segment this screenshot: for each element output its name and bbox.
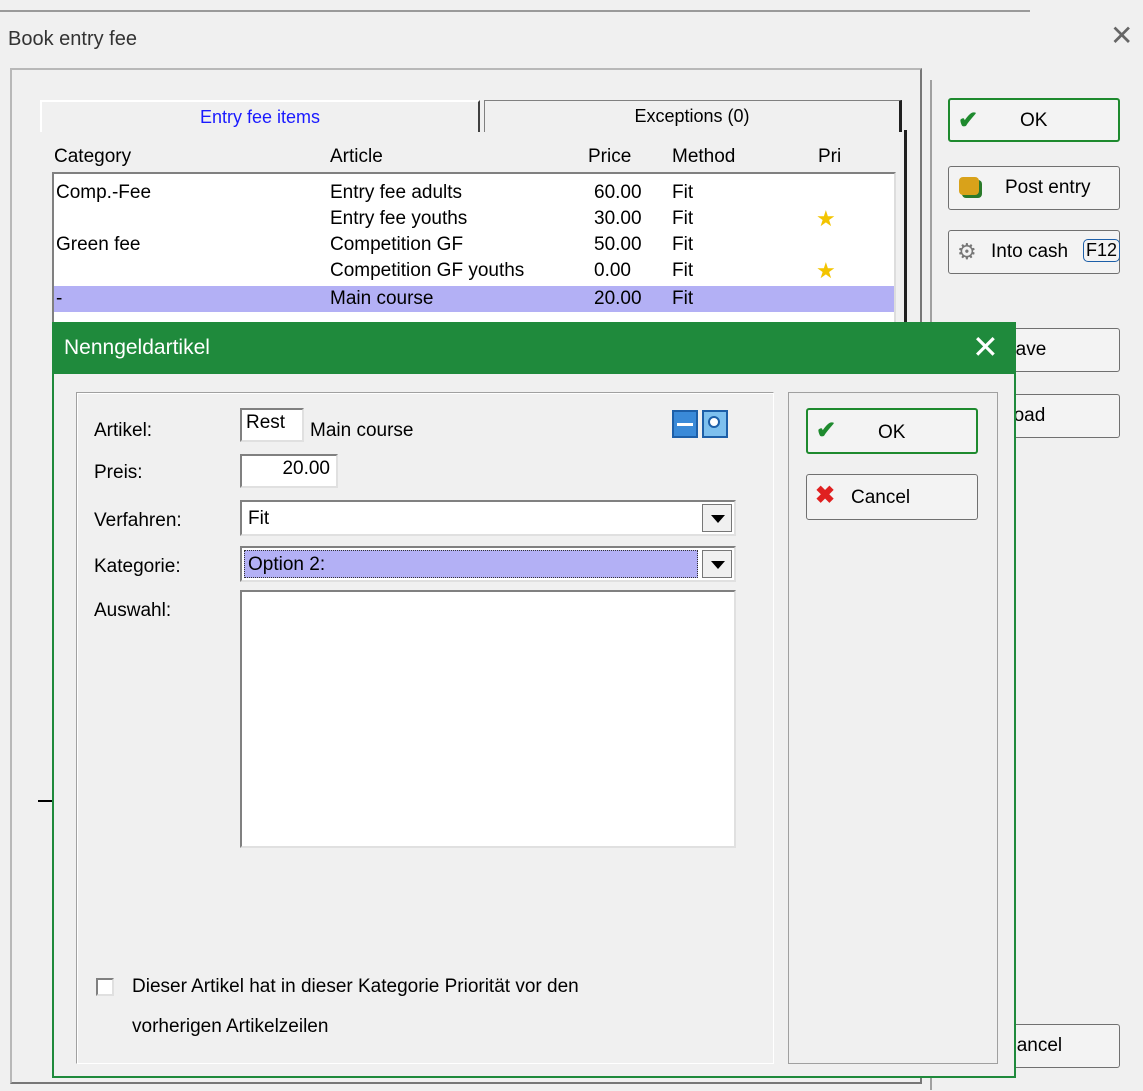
header-method[interactable]: Method bbox=[672, 146, 735, 168]
cell-category: Comp.-Fee bbox=[56, 182, 152, 203]
header-price[interactable]: Price bbox=[588, 146, 631, 168]
header-pri[interactable]: Pri bbox=[818, 146, 841, 168]
chevron-down-icon[interactable] bbox=[702, 550, 732, 578]
dialog-ok-button[interactable]: ✔ OK bbox=[806, 408, 978, 454]
tab-entry-fee-items[interactable]: Entry fee items bbox=[40, 100, 480, 132]
header-category[interactable]: Category bbox=[54, 146, 131, 168]
priority-text-line1: Dieser Artikel hat in dieser Kategorie P… bbox=[132, 976, 579, 997]
verfahren-label: Verfahren: bbox=[94, 510, 182, 531]
priority-text-line2: vorherigen Artikelzeilen bbox=[132, 1016, 329, 1037]
cell-method: Fit bbox=[672, 234, 694, 255]
dialog-cancel-label: Cancel bbox=[851, 487, 911, 508]
dialog-title: Nenngeldartikel bbox=[64, 336, 210, 359]
search-icon-lens bbox=[708, 416, 720, 428]
preis-input[interactable]: 20.00 bbox=[240, 454, 338, 488]
dialog-cancel-button[interactable]: ✖ Cancel bbox=[806, 474, 978, 520]
table-row[interactable]: Green fee Competition GF 50.00 Fit bbox=[54, 232, 894, 258]
auswahl-label: Auswahl: bbox=[94, 600, 172, 621]
artikel-lookup-buttons bbox=[672, 410, 730, 440]
ok-button[interactable]: ✔ OK bbox=[948, 98, 1120, 142]
cell-article: Entry fee youths bbox=[330, 208, 468, 229]
cash-register-icon: ⚙ bbox=[957, 239, 977, 264]
cancel-x-icon: ✖ bbox=[815, 482, 836, 509]
cell-price: 60.00 bbox=[594, 182, 642, 203]
cell-price: 30.00 bbox=[594, 208, 642, 229]
cell-price: 50.00 bbox=[594, 234, 642, 255]
cell-method: Fit bbox=[672, 208, 694, 229]
into-cash-button[interactable]: ⚙ Into cash F12 bbox=[948, 230, 1121, 274]
money-icon bbox=[959, 177, 979, 195]
entry-fee-list[interactable]: Comp.-Fee Entry fee adults 60.00 Fit Ent… bbox=[52, 172, 896, 324]
into-cash-label: Into cash bbox=[991, 241, 1069, 262]
dialog-ok-label: OK bbox=[878, 422, 906, 443]
cell-method: Fit bbox=[672, 288, 694, 309]
priority-checkbox[interactable] bbox=[96, 978, 114, 996]
tab-exceptions[interactable]: Exceptions (0) bbox=[484, 100, 902, 132]
cell-category: Green fee bbox=[56, 234, 141, 255]
table-row[interactable]: Competition GF youths 0.00 Fit ★ bbox=[54, 258, 894, 284]
list-icon[interactable] bbox=[672, 410, 698, 438]
search-icon[interactable] bbox=[702, 410, 728, 438]
kategorie-label: Kategorie: bbox=[94, 556, 181, 577]
table-row-selected[interactable]: - Main course 20.00 Fit bbox=[54, 286, 894, 312]
artikel-name: Main course bbox=[310, 420, 414, 441]
kategorie-focus: Option 2: bbox=[244, 550, 698, 578]
kategorie-select[interactable]: Option 2: bbox=[240, 546, 736, 582]
window-top-border bbox=[0, 10, 1030, 12]
preis-label: Preis: bbox=[94, 462, 143, 483]
cell-method: Fit bbox=[672, 182, 694, 203]
post-entry-label: Post entry bbox=[1005, 177, 1091, 198]
table-row[interactable]: Entry fee youths 30.00 Fit ★ bbox=[54, 206, 894, 232]
dialog-titlebar[interactable]: Nenngeldartikel ✕ bbox=[54, 324, 1014, 374]
cell-article: Competition GF youths bbox=[330, 260, 525, 281]
cell-category: - bbox=[56, 288, 63, 309]
nenngeldartikel-dialog: Nenngeldartikel ✕ Artikel: Rest Main cou… bbox=[52, 322, 1016, 1078]
dialog-close-icon[interactable]: ✕ bbox=[972, 328, 999, 366]
kategorie-value: Option 2: bbox=[248, 554, 326, 575]
checkmark-icon: ✔ bbox=[816, 417, 837, 444]
post-entry-button[interactable]: Post entry bbox=[948, 166, 1120, 210]
header-article[interactable]: Article bbox=[330, 146, 383, 168]
verfahren-select[interactable]: Fit bbox=[240, 500, 736, 536]
checkmark-icon: ✔ bbox=[958, 107, 979, 134]
cell-article: Main course bbox=[330, 288, 434, 309]
shortcut-f12-badge: F12 bbox=[1083, 239, 1121, 262]
cell-price: 0.00 bbox=[594, 260, 631, 281]
artikel-code-input[interactable]: Rest bbox=[240, 408, 304, 442]
verfahren-value: Fit bbox=[248, 508, 270, 529]
star-icon: ★ bbox=[816, 206, 836, 231]
cell-method: Fit bbox=[672, 260, 694, 281]
cell-price: 20.00 bbox=[594, 288, 642, 309]
cell-article: Competition GF bbox=[330, 234, 464, 255]
artikel-label: Artikel: bbox=[94, 420, 153, 441]
window-close-icon[interactable]: ✕ bbox=[1110, 22, 1133, 50]
star-icon: ★ bbox=[816, 258, 836, 283]
table-row[interactable]: Comp.-Fee Entry fee adults 60.00 Fit bbox=[54, 180, 894, 206]
auswahl-list[interactable] bbox=[240, 590, 736, 848]
window-title: Book entry fee bbox=[8, 28, 137, 50]
chevron-down-icon[interactable] bbox=[702, 504, 732, 532]
cell-article: Entry fee adults bbox=[330, 182, 463, 203]
ok-label: OK bbox=[1020, 110, 1048, 131]
list-icon-bar bbox=[677, 423, 693, 426]
